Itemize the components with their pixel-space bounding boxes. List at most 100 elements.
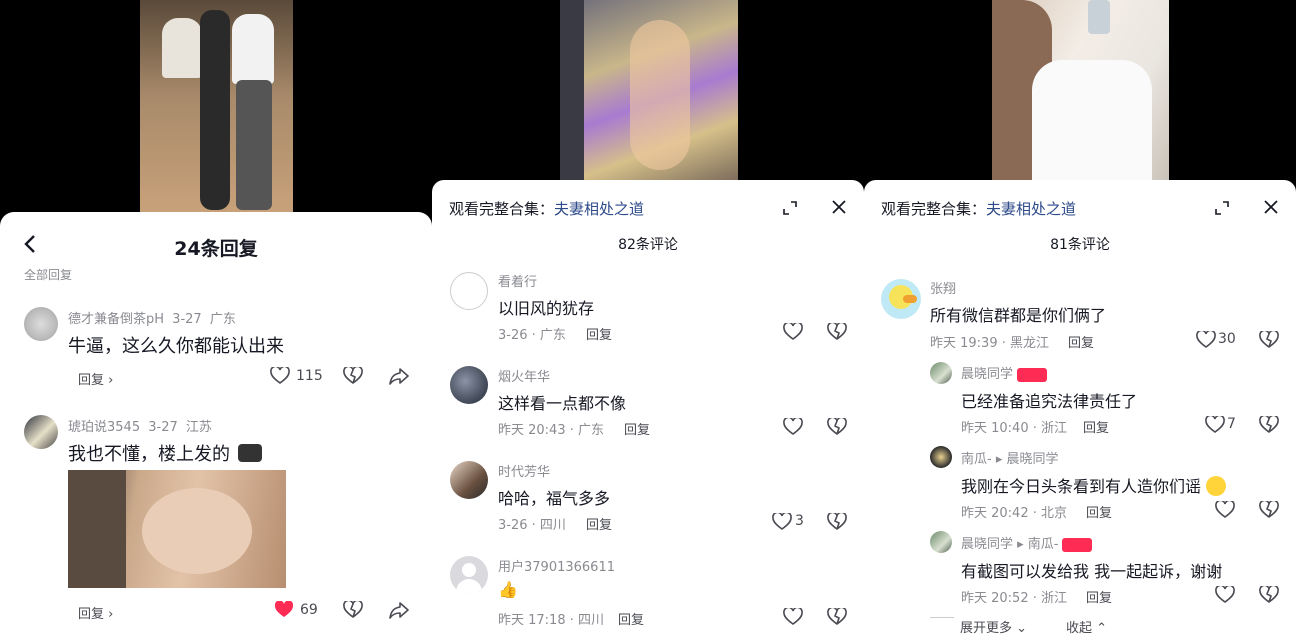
comment-meta: 昨天 19:39 · 黑龙江	[930, 336, 1049, 351]
comment-user[interactable]: 时代芳华	[498, 461, 550, 480]
reply-button[interactable]: 回复	[1083, 417, 1109, 436]
like-count: 69	[300, 602, 318, 618]
comment-text: 我刚在今日头条看到有人造你们谣	[961, 473, 1227, 497]
collection-header[interactable]: 观看完整合集：夫妻相处之道	[881, 198, 1076, 219]
dislike-icon[interactable]	[1259, 330, 1279, 350]
reply-button[interactable]: 回复	[1068, 332, 1094, 351]
like-count: 115	[296, 368, 323, 384]
heart-icon[interactable]	[772, 512, 792, 532]
heart-icon[interactable]	[783, 607, 803, 627]
share-icon[interactable]	[389, 366, 409, 386]
like-count: 3	[795, 513, 804, 529]
video-thumbnail-3	[992, 0, 1169, 182]
comment-meta: 昨天 20:42 · 北京	[961, 506, 1067, 521]
heart-icon[interactable]	[783, 322, 803, 342]
comment-location: 广东	[209, 312, 236, 327]
reply-button[interactable]: 回复	[624, 419, 650, 438]
heart-icon[interactable]	[783, 417, 803, 437]
comment-user[interactable]: 张翔	[930, 278, 956, 297]
dislike-icon[interactable]	[827, 607, 847, 627]
comment-user[interactable]: 晨晓同学 ▸ 南瓜-	[961, 537, 1058, 552]
heart-icon[interactable]	[1196, 330, 1216, 350]
avatar[interactable]	[450, 461, 488, 499]
all-replies-label: 全部回复	[24, 268, 73, 282]
dislike-icon[interactable]	[827, 417, 847, 437]
chevron-down-icon: ⌄	[1012, 621, 1028, 636]
comment-count: 81条评论	[1050, 237, 1110, 253]
comment-user[interactable]: 用户37901366611	[498, 556, 615, 575]
default-avatar[interactable]	[450, 556, 488, 594]
avatar[interactable]	[24, 415, 58, 449]
reply-button[interactable]: 回复 ›	[78, 603, 113, 622]
dislike-icon[interactable]	[827, 322, 847, 342]
collection-link[interactable]: 夫妻相处之道	[554, 200, 644, 218]
author-badge	[1017, 367, 1048, 382]
comment-sheet: 观看完整合集：夫妻相处之道 81条评论 张翔 所有微信群都是你们俩了 昨天 19…	[864, 180, 1296, 640]
sheet-title: 24条回复	[174, 238, 258, 260]
comment-date: 3-27	[148, 420, 178, 435]
dislike-icon[interactable]	[1259, 500, 1279, 520]
comment-sheet: 观看完整合集：夫妻相处之道 82条评论 看着行 以旧风的犹存 3-26 · 广东…	[432, 180, 864, 640]
heart-icon[interactable]	[270, 366, 290, 386]
avatar[interactable]	[450, 272, 488, 310]
reply-button[interactable]: 回复	[586, 324, 612, 343]
comment-text: 已经准备追究法律责任了	[961, 392, 1138, 411]
dislike-icon[interactable]	[1259, 585, 1279, 605]
reply-button[interactable]: 回复	[618, 609, 644, 628]
close-icon[interactable]	[1260, 196, 1282, 218]
reply-button[interactable]: 回复	[586, 514, 612, 533]
expand-icon[interactable]	[1212, 198, 1232, 218]
collection-link[interactable]: 夫妻相处之道	[986, 200, 1076, 218]
comment-user[interactable]: 德才兼备倒茶pH	[68, 312, 164, 327]
avatar[interactable]	[930, 531, 952, 553]
heart-filled-icon[interactable]	[274, 600, 294, 620]
comment-user[interactable]: 琥珀说3545	[68, 420, 140, 435]
comment-meta: 3-26 · 广东	[498, 328, 566, 343]
heart-icon[interactable]	[1215, 585, 1235, 605]
comment-text: 👍	[498, 580, 518, 599]
dislike-icon[interactable]	[343, 366, 363, 386]
collection-header[interactable]: 观看完整合集：夫妻相处之道	[449, 198, 644, 219]
comment-text: 牛逼，这么久你都能认出来	[68, 336, 284, 357]
heart-icon[interactable]	[1215, 500, 1235, 520]
comment-meta: 昨天 20:43 · 广东	[498, 423, 604, 438]
reply-button[interactable]: 回复	[1086, 587, 1112, 606]
dislike-icon[interactable]	[343, 600, 363, 620]
collapse-label: 收起	[1066, 621, 1093, 636]
comment-user[interactable]: 南瓜- ▸ 晨晓同学	[961, 448, 1058, 467]
dislike-icon[interactable]	[827, 512, 847, 532]
close-icon[interactable]	[828, 196, 850, 218]
avatar[interactable]	[930, 362, 952, 384]
comment-meta: 昨天 20:52 · 浙江	[961, 591, 1067, 606]
comment-image[interactable]	[68, 470, 286, 588]
comment-text: 所有微信群都是你们俩了	[930, 306, 1107, 325]
expand-more-label: 展开更多	[960, 621, 1013, 636]
share-icon[interactable]	[389, 600, 409, 620]
expand-more-button[interactable]: 展开更多 ⌄	[960, 617, 1027, 636]
comment-meta: 3-26 · 四川	[498, 518, 566, 533]
like-count: 7	[1227, 416, 1236, 432]
collapse-button[interactable]: 收起 ⌃	[1066, 617, 1107, 636]
comment-date: 3-27	[172, 312, 202, 327]
reply-button[interactable]: 回复 ›	[78, 369, 113, 388]
comment-text-body: 我也不懂，楼上发的	[68, 444, 230, 465]
duck-avatar[interactable]	[881, 279, 921, 319]
comment-location: 江苏	[185, 420, 212, 435]
comment-user[interactable]: 看着行	[498, 271, 537, 290]
video-thumbnail-1	[140, 0, 293, 215]
comment-text: 这样看一点都不像	[498, 394, 627, 413]
avatar[interactable]	[24, 307, 58, 341]
comment-text: 我也不懂，楼上发的	[68, 440, 262, 466]
dislike-icon[interactable]	[1259, 415, 1279, 435]
avatar[interactable]	[930, 446, 952, 468]
reply-sheet: 24条回复 全部回复 德才兼备倒茶pH 3-27 广东 牛逼，这么久你都能认出来…	[0, 212, 432, 640]
expand-icon[interactable]	[780, 198, 800, 218]
comment-user[interactable]: 晨晓同学	[961, 367, 1013, 382]
comment-user[interactable]: 烟火年华	[498, 366, 550, 385]
heart-icon[interactable]	[1205, 415, 1225, 435]
video-thumbnail-2	[560, 0, 738, 182]
comment-meta: 昨天 10:40 · 浙江	[961, 421, 1067, 436]
avatar[interactable]	[450, 366, 488, 404]
comment-text-body: 我刚在今日头条看到有人造你们谣	[961, 477, 1202, 496]
reply-button[interactable]: 回复	[1086, 502, 1112, 521]
